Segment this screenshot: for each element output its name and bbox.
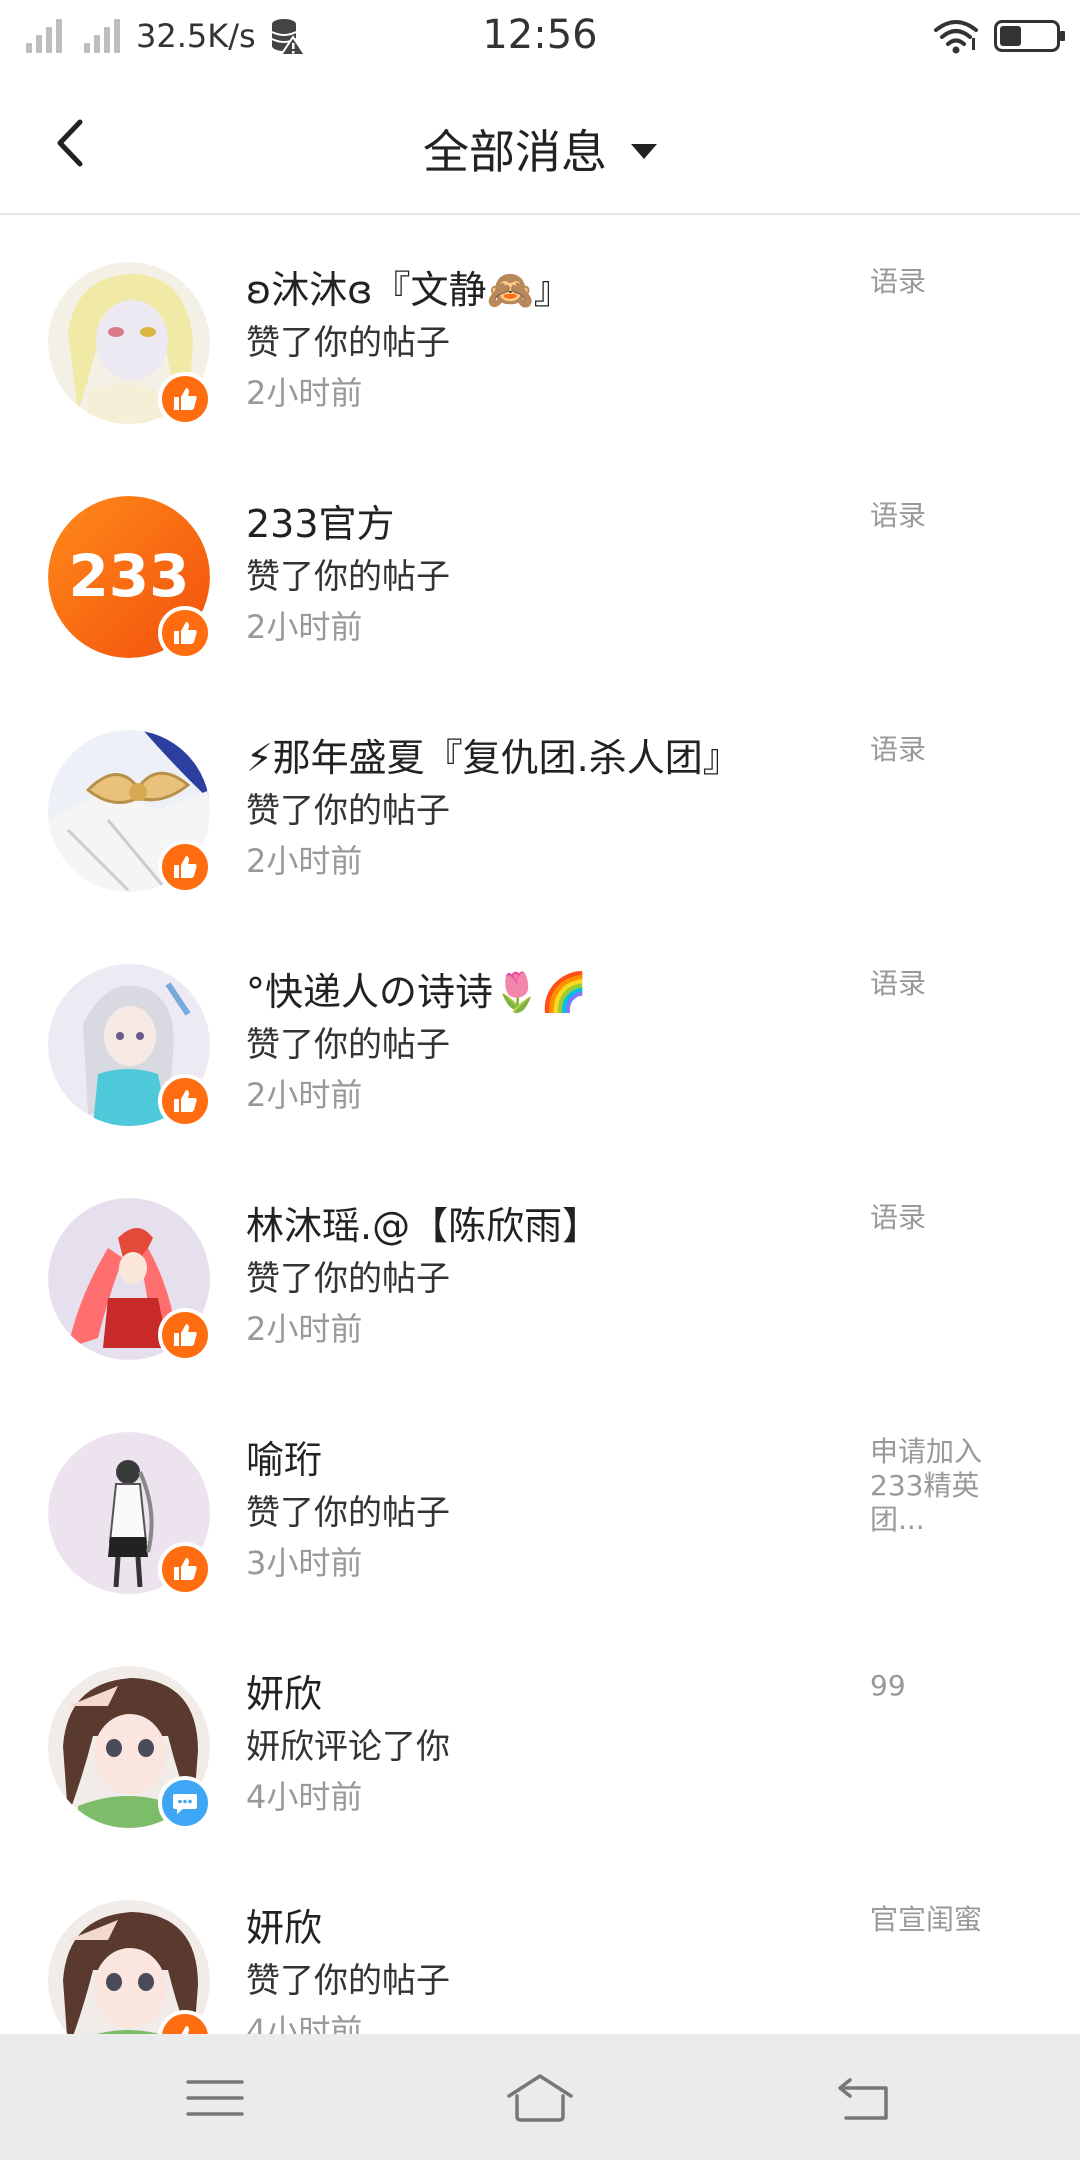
message-list: ʚ沐沐ɞ『文静🙈』 赞了你的帖子 2小时前 语录 233 233官方 赞了你的帖… (0, 217, 1080, 2089)
post-title: 语录 (870, 499, 927, 532)
thumbs-up-icon (174, 388, 197, 410)
thumbs-up-icon (174, 1324, 197, 1346)
message-action: 赞了你的帖子 (246, 1259, 450, 1299)
return-icon[interactable] (830, 2070, 900, 2126)
sender-name[interactable]: 林沐瑶.@【陈欣雨】 (246, 1195, 600, 1250)
sender-name[interactable]: ʚ沐沐ɞ『文静🙈』 (246, 259, 572, 314)
message-action: 赞了你的帖子 (246, 1025, 450, 1065)
chat-bubble-icon (173, 1794, 197, 1814)
post-title: 语录 (870, 967, 927, 1000)
message-time: 2小时前 (246, 842, 363, 880)
like-badge (158, 1542, 212, 1596)
like-badge (158, 606, 212, 660)
message-item[interactable]: 233 233官方 赞了你的帖子 2小时前 语录 (0, 451, 1080, 685)
wifi-icon (934, 20, 978, 54)
message-filter-dropdown[interactable]: 全部消息 (0, 116, 1080, 182)
sender-name[interactable]: 233官方 (246, 493, 395, 548)
sender-name[interactable]: 妍欣 (246, 1897, 322, 1952)
post-title: 语录 (870, 1201, 927, 1234)
message-action: 赞了你的帖子 (246, 557, 450, 597)
sender-name[interactable]: °快递人の诗诗🌷🌈 (246, 961, 588, 1016)
avatar[interactable] (48, 262, 212, 426)
message-time: 2小时前 (246, 374, 363, 412)
avatar[interactable]: 233 (48, 496, 212, 660)
like-badge (158, 1308, 212, 1362)
thumbs-up-icon (174, 1558, 197, 1580)
avatar[interactable] (48, 730, 212, 894)
message-action: 赞了你的帖子 (246, 1961, 450, 2001)
header: 全部消息 (0, 72, 1080, 215)
screen: 32.5K/s 12:56 全部消息 ʚ沐沐ɞ『文静🙈』 赞了你的帖子 2小时前… (0, 0, 1080, 2160)
battery-icon (994, 20, 1065, 52)
comment-badge (158, 1776, 212, 1830)
clock: 12:56 (482, 12, 598, 58)
message-item[interactable]: ⚡那年盛夏『复仇团.杀人团』 赞了你的帖子 2小时前 语录 (0, 685, 1080, 919)
avatar[interactable] (48, 1198, 212, 1362)
post-title: 官宣闺蜜 (870, 1903, 983, 1936)
message-item[interactable]: 喻珩 赞了你的帖子 3小时前 申请加入233精英团... (0, 1387, 1080, 1621)
avatar[interactable] (48, 1432, 212, 1596)
message-action: 赞了你的帖子 (246, 1493, 450, 1533)
sender-name[interactable]: 妍欣 (246, 1663, 322, 1718)
post-title: 语录 (870, 265, 927, 298)
page-title: 全部消息 (423, 125, 607, 179)
sender-name[interactable]: ⚡那年盛夏『复仇团.杀人团』 (246, 727, 741, 782)
message-action: 赞了你的帖子 (246, 791, 450, 831)
avatar-logo-text: 233 (68, 542, 189, 610)
message-time: 2小时前 (246, 1310, 363, 1348)
menu-icon[interactable] (180, 2070, 250, 2126)
message-time: 3小时前 (246, 1544, 363, 1582)
like-badge (158, 840, 212, 894)
message-action: 赞了你的帖子 (246, 323, 450, 363)
like-badge (158, 1074, 212, 1128)
status-right (934, 16, 1065, 56)
message-item[interactable]: ʚ沐沐ɞ『文静🙈』 赞了你的帖子 2小时前 语录 (0, 217, 1080, 451)
message-item[interactable]: 妍欣 妍欣评论了你 4小时前 99 (0, 1621, 1080, 1855)
post-title: 99 (870, 1669, 906, 1702)
message-action: 妍欣评论了你 (246, 1727, 450, 1767)
status-bar: 32.5K/s 12:56 (0, 0, 1080, 72)
thumbs-up-icon (174, 1090, 197, 1112)
post-title: 语录 (870, 733, 927, 766)
message-time: 4小时前 (246, 1778, 363, 1816)
system-nav-bar (0, 2034, 1080, 2160)
thumbs-up-icon (174, 622, 197, 644)
thumbs-up-icon (174, 856, 197, 878)
caret-down-icon (631, 144, 657, 159)
avatar[interactable] (48, 1666, 212, 1830)
message-item[interactable]: °快递人の诗诗🌷🌈 赞了你的帖子 2小时前 语录 (0, 919, 1080, 1153)
post-title: 申请加入233精英团... (870, 1435, 983, 1536)
message-item[interactable]: 林沐瑶.@【陈欣雨】 赞了你的帖子 2小时前 语录 (0, 1153, 1080, 1387)
sender-name[interactable]: 喻珩 (246, 1429, 322, 1484)
avatar[interactable] (48, 964, 212, 1128)
like-badge (158, 372, 212, 426)
battery-fill (1000, 26, 1021, 46)
message-time: 2小时前 (246, 608, 363, 646)
message-time: 2小时前 (246, 1076, 363, 1114)
home-icon[interactable] (505, 2070, 575, 2126)
